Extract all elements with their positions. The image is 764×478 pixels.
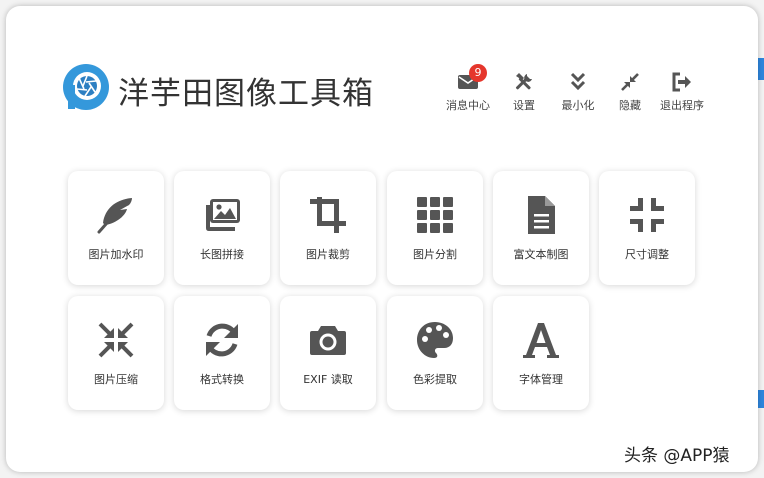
app-title: 洋芋田图像工具箱: [118, 76, 374, 112]
crop-icon: [310, 197, 346, 233]
tool-label: 字体管理: [519, 373, 563, 386]
message-count-badge: 9: [469, 64, 487, 82]
settings-button[interactable]: 设置: [504, 68, 544, 116]
compress-icon: [630, 198, 664, 232]
settings-label: 设置: [513, 99, 535, 112]
feather-icon: [97, 198, 132, 234]
compress-arrows-icon: [98, 322, 134, 358]
hide-button[interactable]: 隐藏: [614, 68, 646, 116]
sync-icon: [206, 323, 238, 357]
tool-font-manage[interactable]: 字体管理: [493, 296, 589, 410]
camera-icon: [310, 326, 346, 355]
background-window-edge: [758, 390, 764, 408]
background-window-edge: [758, 58, 764, 80]
tool-label: 尺寸调整: [625, 248, 669, 261]
tool-resize[interactable]: 尺寸调整: [599, 171, 695, 285]
tool-exif-read[interactable]: EXIF 读取: [280, 296, 376, 410]
tool-label: 图片裁剪: [306, 248, 350, 261]
messages-button[interactable]: 9 消息中心: [442, 64, 494, 116]
tool-split[interactable]: 图片分割: [387, 171, 483, 285]
tool-label: 图片加水印: [88, 248, 144, 261]
tool-long-image-stitch[interactable]: 长图拼接: [174, 171, 270, 285]
tool-watermark[interactable]: 图片加水印: [68, 171, 164, 285]
tool-label: 图片压缩: [94, 373, 138, 386]
tool-label: 富文本制图: [513, 248, 569, 261]
tool-label: 长图拼接: [200, 248, 244, 261]
tool-crop[interactable]: 图片裁剪: [280, 171, 376, 285]
tool-label: EXIF 读取: [303, 373, 353, 386]
images-icon: [206, 199, 240, 231]
hide-label: 隐藏: [619, 99, 641, 112]
watermark-text: 头条 @APP猿: [624, 446, 730, 466]
grid-icon: [417, 197, 453, 233]
envelope-icon: 9: [457, 64, 487, 93]
tool-label: 格式转换: [200, 373, 244, 386]
document-icon: [528, 196, 555, 234]
tool-rich-text[interactable]: 富文本制图: [493, 171, 589, 285]
tool-label: 图片分割: [413, 248, 457, 261]
minimize-button[interactable]: 最小化: [556, 68, 600, 116]
app-window: 洋芋田图像工具箱 9 消息中心 设置 最小化 隐藏 退出程序 图片加水印 长图拼…: [6, 6, 758, 472]
double-chevron-down-icon: [567, 71, 589, 93]
palette-icon: [417, 322, 453, 358]
tool-format-convert[interactable]: 格式转换: [174, 296, 270, 410]
messages-label: 消息中心: [446, 99, 490, 112]
exit-button[interactable]: 退出程序: [654, 68, 710, 116]
app-logo-icon: [63, 64, 109, 110]
exit-label: 退出程序: [660, 99, 704, 112]
tool-compress[interactable]: 图片压缩: [68, 296, 164, 410]
tool-label: 色彩提取: [413, 373, 457, 386]
sign-out-icon: [671, 71, 693, 93]
tool-color-extract[interactable]: 色彩提取: [387, 296, 483, 410]
tools-icon: [513, 71, 535, 93]
font-icon: [523, 323, 559, 358]
minimize-label: 最小化: [561, 99, 595, 112]
compress-arrows-icon: [619, 71, 641, 93]
